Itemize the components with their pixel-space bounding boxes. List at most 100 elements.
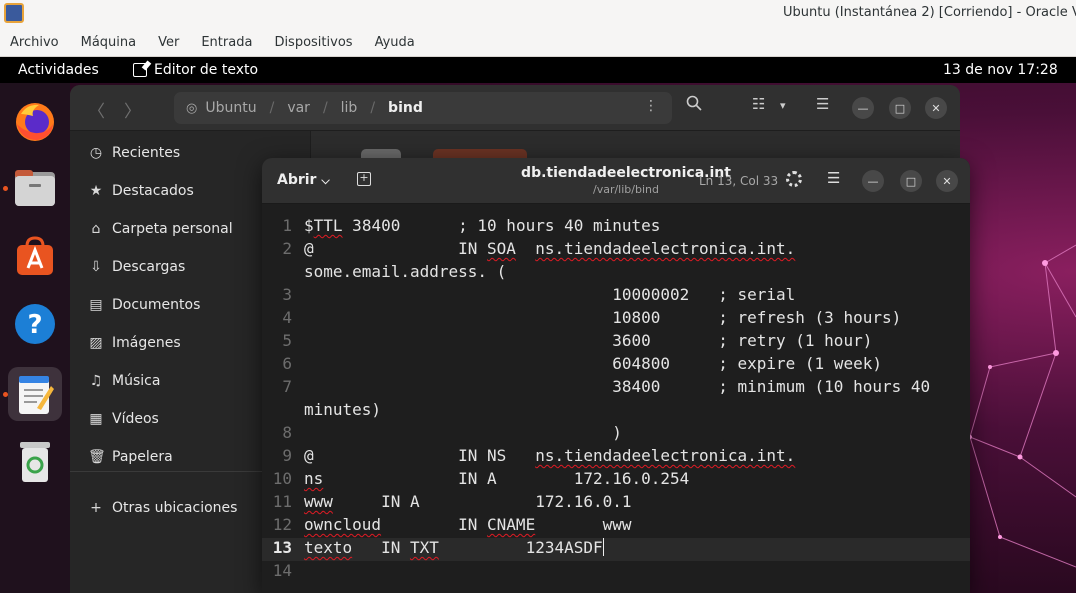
code-line-text: ns IN A 172.16.0.254 bbox=[304, 469, 689, 488]
code-editor[interactable]: 1 $TTL 38400 ; 10 hours 40 minutes 2 @ IN S… bbox=[262, 204, 970, 593]
clock-icon: ◷ bbox=[89, 145, 103, 161]
path-segment-current[interactable]: bind bbox=[388, 100, 423, 116]
code-line[interactable]: 14 bbox=[262, 561, 970, 584]
sidebar-item-recientes[interactable]: ◷ Recientes bbox=[88, 141, 180, 165]
code-line-text: ) bbox=[304, 423, 622, 442]
vbox-menu-ayuda[interactable]: Ayuda bbox=[375, 35, 415, 50]
cursor-position[interactable]: Ln 13, Col 33 bbox=[699, 174, 778, 188]
files-icon bbox=[15, 170, 55, 206]
svg-text:?: ? bbox=[27, 310, 42, 340]
code-line[interactable]: 1 $TTL 38400 ; 10 hours 40 minutes bbox=[262, 216, 970, 239]
minimize-icon[interactable]: — bbox=[862, 170, 884, 192]
code-line[interactable]: 11 www IN A 172.16.0.1 bbox=[262, 492, 970, 515]
code-line[interactable]: 3 10000002 ; serial bbox=[262, 285, 970, 308]
chevron-down-icon[interactable]: ▾ bbox=[780, 99, 786, 112]
sidebar-item-musica[interactable]: ♫ Música bbox=[88, 369, 161, 393]
vbox-menu-ver[interactable]: Ver bbox=[158, 35, 179, 50]
spelling-error: CNAME bbox=[487, 515, 536, 534]
line-number: 7 bbox=[282, 377, 292, 396]
code-line[interactable]: 6 604800 ; expire (1 week) bbox=[262, 354, 970, 377]
gear-icon[interactable] bbox=[786, 171, 802, 187]
vbox-menu-entrada[interactable]: Entrada bbox=[201, 35, 252, 50]
firefox-icon bbox=[16, 103, 54, 141]
dock-text-editor[interactable] bbox=[8, 367, 62, 421]
code-line[interactable]: 5 3600 ; retry (1 hour) bbox=[262, 331, 970, 354]
dock-trash[interactable] bbox=[8, 435, 62, 489]
line-number: 13 bbox=[272, 538, 292, 557]
path-segment[interactable]: Ubuntu bbox=[205, 100, 256, 116]
download-icon: ⇩ bbox=[90, 259, 102, 275]
sidebar-item-label: Descargas bbox=[112, 259, 186, 275]
path-segment[interactable]: var bbox=[287, 100, 310, 116]
sidebar-item-documentos[interactable]: ▤ Documentos bbox=[88, 293, 200, 317]
hamburger-menu-icon[interactable]: ☰ bbox=[816, 95, 829, 113]
music-icon: ♫ bbox=[89, 373, 103, 389]
code-line[interactable]: 13 texto IN TXT 1234ASDF bbox=[262, 538, 970, 561]
sidebar-item-otras-ubicaciones[interactable]: + Otras ubicaciones bbox=[88, 496, 237, 520]
maximize-icon[interactable]: □ bbox=[900, 170, 922, 192]
dock-files[interactable] bbox=[8, 161, 62, 215]
line-number: 12 bbox=[272, 515, 292, 534]
dock: ? bbox=[0, 83, 70, 593]
drive-icon: ◎ bbox=[186, 100, 198, 116]
vbox-menu-dispositivos[interactable]: Dispositivos bbox=[274, 35, 352, 50]
files-headerbar: 〈 〉 ◎ Ubuntu / var / lib / bind ⋮ ☷ ▾ ☰ … bbox=[70, 85, 960, 131]
activities-button[interactable]: Actividades bbox=[18, 62, 99, 78]
code-line[interactable]: 7 38400 ; minimum (10 hours 40 bbox=[262, 377, 970, 400]
spelling-error: TTL bbox=[313, 216, 343, 235]
forward-arrow-icon[interactable]: 〉 bbox=[124, 97, 141, 122]
minimize-icon[interactable]: — bbox=[852, 97, 874, 119]
code-line-text: 10000002 ; serial bbox=[304, 285, 795, 304]
vbox-window-title: Ubuntu (Instantánea 2) [Corriendo] - Ora… bbox=[783, 5, 1076, 20]
close-icon[interactable]: ✕ bbox=[925, 97, 947, 119]
spelling-error: texto bbox=[304, 538, 353, 557]
kebab-menu-icon[interactable]: ⋮ bbox=[644, 98, 658, 114]
code-line[interactable]: some.email.address. ( bbox=[262, 262, 970, 285]
search-icon[interactable] bbox=[686, 95, 702, 115]
dock-app-center[interactable] bbox=[8, 229, 62, 283]
sidebar-item-destacados[interactable]: ★ Destacados bbox=[88, 179, 194, 203]
image-icon: ▨ bbox=[89, 335, 103, 351]
code-line[interactable]: minutes) bbox=[262, 400, 970, 423]
plus-icon: + bbox=[90, 500, 102, 516]
sidebar-item-label: Otras ubicaciones bbox=[112, 500, 238, 516]
code-line[interactable]: 10 ns IN A 172.16.0.254 bbox=[262, 469, 970, 492]
path-separator: / bbox=[370, 100, 376, 116]
vbox-menu-archivo[interactable]: Archivo bbox=[10, 35, 59, 50]
back-arrow-icon[interactable]: 〈 bbox=[88, 97, 105, 122]
line-number: 5 bbox=[282, 331, 292, 350]
hamburger-menu-icon[interactable]: ☰ bbox=[827, 169, 840, 187]
sidebar-item-carpeta-personal[interactable]: ⌂ Carpeta personal bbox=[88, 217, 233, 241]
dock-firefox[interactable] bbox=[8, 95, 62, 149]
vbox-menu-maquina[interactable]: Máquina bbox=[81, 35, 137, 50]
code-line[interactable]: 8 ) bbox=[262, 423, 970, 446]
sidebar-item-papelera[interactable]: 🗑 Papelera bbox=[88, 445, 173, 469]
list-view-icon[interactable]: ☷ bbox=[752, 95, 765, 113]
code-line[interactable]: 9 @ IN NS ns.tiendadeelectronica.int. bbox=[262, 446, 970, 469]
code-text: 3600 ; retry (1 hour) bbox=[304, 331, 873, 350]
spelling-error: www bbox=[304, 492, 333, 511]
sidebar-item-descargas[interactable]: ⇩ Descargas bbox=[88, 255, 185, 279]
text-editor-icon bbox=[19, 376, 54, 414]
path-bar[interactable]: ◎ Ubuntu / var / lib / bind ⋮ bbox=[174, 92, 672, 124]
line-number: 1 bbox=[282, 216, 292, 235]
maximize-icon[interactable]: □ bbox=[889, 97, 911, 119]
code-line[interactable]: 4 10800 ; refresh (3 hours) bbox=[262, 308, 970, 331]
dock-running-indicator bbox=[3, 186, 8, 191]
sidebar-item-videos[interactable]: ▦ Vídeos bbox=[88, 407, 158, 431]
line-number: 4 bbox=[282, 308, 292, 327]
sidebar-item-imagenes[interactable]: ▨ Imágenes bbox=[88, 331, 180, 355]
sidebar-item-label: Destacados bbox=[112, 183, 194, 199]
path-segment[interactable]: lib bbox=[341, 100, 358, 116]
close-icon[interactable]: ✕ bbox=[936, 170, 958, 192]
app-menu[interactable]: Editor de texto bbox=[133, 62, 258, 78]
code-line[interactable]: 12 owncloud IN CNAME www bbox=[262, 515, 970, 538]
code-line[interactable]: 2 @ IN SOA ns.tiendadeelectronica.int. bbox=[262, 239, 970, 262]
spelling-error: ns.tiendadeelectronica.int. bbox=[535, 446, 796, 465]
line-number: 10 bbox=[272, 469, 292, 488]
spelling-error: TXT bbox=[409, 538, 439, 557]
editor-headerbar: Abrir ⌵ + db.tiendadeelectronica.int /va… bbox=[262, 158, 970, 204]
dock-help[interactable]: ? bbox=[8, 297, 62, 351]
clock[interactable]: 13 de nov 17:28 bbox=[943, 62, 1058, 78]
code-line-text: $TTL 38400 ; 10 hours 40 minutes bbox=[304, 216, 660, 235]
